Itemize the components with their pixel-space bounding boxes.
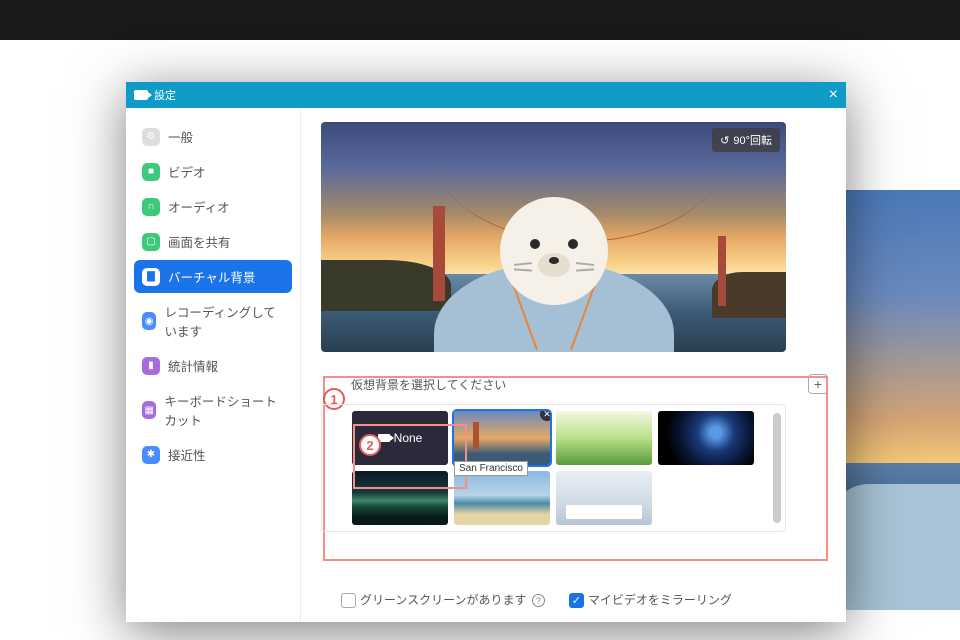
thumb-scrollbar[interactable] [773,413,781,523]
accessibility-icon: ✱ [142,446,160,464]
checkbox-checked-icon: ✓ [569,593,584,608]
video-preview: ↺90°回転 [321,122,786,352]
green-screen-option[interactable]: グリーンスクリーンがあります ? [341,591,545,608]
gear-icon: ⚙ [142,128,160,146]
settings-sidebar: ⚙ 一般 ■ ビデオ ∩ オーディオ ▢ 画面を共有 ▇ バーチャル背景 ◉ レコーディング… [126,108,301,622]
sidebar-item-video[interactable]: ■ ビデオ [134,155,292,188]
add-background-button[interactable]: + [808,374,828,394]
mirror-video-option[interactable]: ✓マイビデオをミラーリング [569,591,732,608]
headphones-icon: ∩ [142,198,160,216]
settings-window: 設定 × ⚙ 一般 ■ ビデオ ∩ オーディオ ▢ 画面を共有 ▇ バーチャル背景 ◉ レコ… [126,82,846,622]
stats-icon: ▮ [142,357,160,375]
sidebar-item-label: オーディオ [168,197,230,216]
thumb-tooltip: San Francisco [454,461,528,476]
record-icon: ◉ [142,312,156,330]
sidebar-item-share-screen[interactable]: ▢ 画面を共有 [134,225,292,258]
sidebar-item-label: キーボードショートカット [164,391,284,429]
sidebar-item-general[interactable]: ⚙ 一般 [134,120,292,153]
sidebar-item-recording[interactable]: ◉ レコーディングしています [134,295,292,347]
thumb-golden-gate[interactable]: ✕ [454,411,550,465]
video-icon: ■ [142,163,160,181]
close-icon[interactable]: × [829,87,838,103]
settings-main-panel: ↺90°回転 1 2 仮想背景を選択してください + None ✕ San Fr… [301,108,846,622]
rotate-icon: ↺ [720,134,729,147]
person-icon: ▇ [142,268,160,286]
background-thumbnail-list: None ✕ San Francisco [321,404,786,532]
footer-options: グリーンスクリーンがあります ? ✓マイビデオをミラーリング [321,591,828,608]
sidebar-item-accessibility[interactable]: ✱ 接近性 [134,438,292,471]
thumb-aurora[interactable] [352,471,448,525]
sidebar-item-label: レコーディングしています [164,302,284,340]
delete-thumb-icon[interactable]: ✕ [540,411,550,421]
sidebar-item-virtual-background[interactable]: ▇ バーチャル背景 [134,260,292,293]
sidebar-item-label: ビデオ [168,162,206,181]
sidebar-item-statistics[interactable]: ▮ 統計情報 [134,349,292,382]
thumb-beach[interactable] [454,471,550,525]
app-icon [134,90,148,100]
share-screen-icon: ▢ [142,233,160,251]
page-dark-strip [0,0,960,40]
background-photo-partial [830,190,960,610]
sidebar-item-keyboard-shortcuts[interactable]: ▦ キーボードショートカット [134,384,292,436]
thumb-grass[interactable] [556,411,652,465]
choose-background-row: 仮想背景を選択してください + [321,374,828,394]
sidebar-item-label: 一般 [168,127,193,146]
sidebar-item-label: 統計情報 [168,356,218,375]
sidebar-item-audio[interactable]: ∩ オーディオ [134,190,292,223]
annotation-marker-2: 2 [359,434,381,456]
keyboard-icon: ▦ [142,401,156,419]
face-sticker [500,197,608,305]
titlebar: 設定 × [126,82,846,108]
thumb-earth[interactable] [658,411,754,465]
sidebar-item-label: 接近性 [168,445,206,464]
rotate-90-button[interactable]: ↺90°回転 [712,128,780,152]
window-title: 設定 [154,87,176,103]
checkbox-unchecked-icon [341,593,356,608]
thumb-office[interactable] [556,471,652,525]
sidebar-item-label: バーチャル背景 [168,267,255,286]
sidebar-item-label: 画面を共有 [168,232,231,251]
help-icon[interactable]: ? [532,594,545,607]
choose-background-label: 仮想背景を選択してください [351,376,506,393]
